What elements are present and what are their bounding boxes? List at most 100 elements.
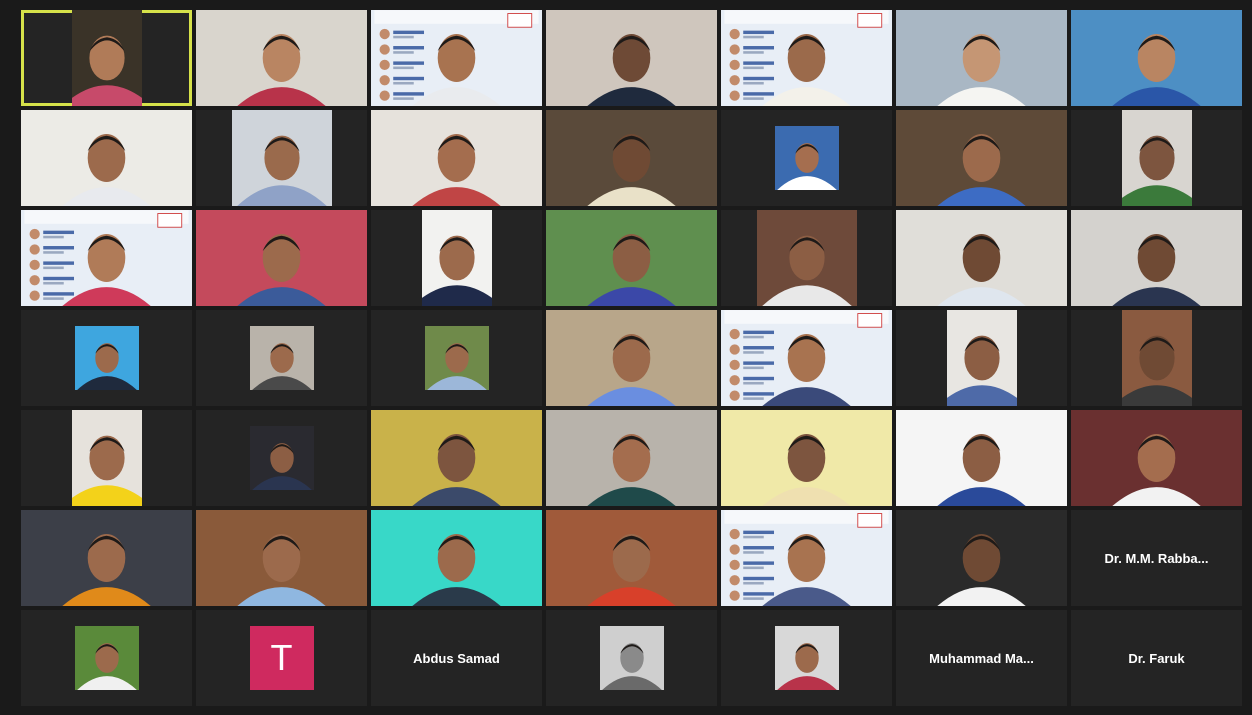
participant-video xyxy=(896,410,1067,506)
participant-video-frame xyxy=(599,626,664,690)
participant-video xyxy=(1121,310,1192,406)
participant-tile-r7c1[interactable] xyxy=(21,610,192,706)
participant-video xyxy=(946,310,1017,406)
participant-tile-r2c7[interactable] xyxy=(1071,110,1242,206)
participant-video xyxy=(756,210,857,306)
participant-video-frame xyxy=(756,210,857,306)
participant-video-frame xyxy=(21,210,192,306)
participant-video xyxy=(371,510,542,606)
participant-tile-r3c2[interactable] xyxy=(196,210,367,306)
participant-video xyxy=(196,210,367,306)
participant-video-frame xyxy=(721,510,892,606)
participant-tile-r7c2[interactable]: T xyxy=(196,610,367,706)
participant-profile-picture xyxy=(424,326,489,390)
participant-video-frame xyxy=(196,10,367,106)
participant-tile-r7c7[interactable]: Dr. Faruk xyxy=(1071,610,1242,706)
participant-video xyxy=(721,10,892,106)
participant-tile-r5c7[interactable] xyxy=(1071,410,1242,506)
participant-video-frame xyxy=(546,510,717,606)
participant-tile-r4c5[interactable] xyxy=(721,310,892,406)
participant-tile-r6c7[interactable]: Dr. M.M. Rabba... xyxy=(1071,510,1242,606)
participant-video-frame xyxy=(74,326,139,390)
participant-video xyxy=(1071,210,1242,306)
participant-video-frame xyxy=(371,410,542,506)
participant-tile-r7c6[interactable]: Muhammad Ma... xyxy=(896,610,1067,706)
participant-profile-picture xyxy=(249,426,314,490)
participant-tile-r4c1[interactable] xyxy=(21,310,192,406)
participant-tile-r7c5[interactable] xyxy=(721,610,892,706)
participant-tile-r1c3[interactable] xyxy=(371,10,542,106)
participant-tile-r1c6[interactable] xyxy=(896,10,1067,106)
participant-video xyxy=(896,210,1067,306)
participant-tile-r2c4[interactable] xyxy=(546,110,717,206)
participant-tile-r4c2[interactable] xyxy=(196,310,367,406)
participant-tile-r4c3[interactable] xyxy=(371,310,542,406)
participant-tile-r1c5[interactable] xyxy=(721,10,892,106)
participant-video-frame xyxy=(371,10,542,106)
participant-video xyxy=(1071,410,1242,506)
participant-video xyxy=(546,210,717,306)
participant-video xyxy=(371,410,542,506)
participant-tile-r6c1[interactable] xyxy=(21,510,192,606)
participant-video-frame xyxy=(371,110,542,206)
participant-profile-picture xyxy=(74,326,139,390)
participant-tile-r4c4[interactable] xyxy=(546,310,717,406)
participant-initial-avatar: T xyxy=(249,626,314,690)
participant-tile-r6c3[interactable] xyxy=(371,510,542,606)
participant-tile-r3c6[interactable] xyxy=(896,210,1067,306)
participant-name: Dr. M.M. Rabba... xyxy=(1104,550,1209,566)
participant-tile-r6c4[interactable] xyxy=(546,510,717,606)
participant-tile-r2c3[interactable] xyxy=(371,110,542,206)
participant-video xyxy=(371,110,542,206)
participant-video xyxy=(231,110,332,206)
participant-tile-r5c1[interactable] xyxy=(21,410,192,506)
participant-tile-r6c5[interactable] xyxy=(721,510,892,606)
participant-tile-r1c7[interactable] xyxy=(1071,10,1242,106)
participant-video-frame xyxy=(71,10,142,106)
participant-tile-r3c3[interactable] xyxy=(371,210,542,306)
participant-tile-r1c1[interactable] xyxy=(21,10,192,106)
participant-video xyxy=(721,310,892,406)
participant-video-frame xyxy=(896,110,1067,206)
participant-tile-r5c4[interactable] xyxy=(546,410,717,506)
participant-tile-r3c5[interactable] xyxy=(721,210,892,306)
participant-tile-r3c1[interactable] xyxy=(21,210,192,306)
participant-tile-r5c6[interactable] xyxy=(896,410,1067,506)
participant-tile-r6c2[interactable] xyxy=(196,510,367,606)
participant-tile-r2c2[interactable] xyxy=(196,110,367,206)
participant-tile-r7c3[interactable]: Abdus Samad xyxy=(371,610,542,706)
participant-video-frame xyxy=(721,410,892,506)
participant-video xyxy=(21,110,192,206)
participant-video-frame xyxy=(896,410,1067,506)
participant-name: Dr. Faruk xyxy=(1128,650,1185,666)
participant-tile-r5c5[interactable] xyxy=(721,410,892,506)
participant-video xyxy=(1071,10,1242,106)
participant-tile-r4c6[interactable] xyxy=(896,310,1067,406)
participant-video xyxy=(196,510,367,606)
participant-video xyxy=(1121,110,1192,206)
participant-video xyxy=(896,10,1067,106)
participant-tile-r2c1[interactable] xyxy=(21,110,192,206)
participant-name: Muhammad Ma... xyxy=(929,650,1034,666)
participant-video-frame xyxy=(896,510,1067,606)
participant-video-frame xyxy=(546,310,717,406)
participant-tile-r5c2[interactable] xyxy=(196,410,367,506)
participant-video-frame xyxy=(1071,10,1242,106)
participant-video-frame xyxy=(896,210,1067,306)
participant-tile-r2c5[interactable] xyxy=(721,110,892,206)
participant-video xyxy=(896,510,1067,606)
participant-tile-r1c4[interactable] xyxy=(546,10,717,106)
participant-video-frame xyxy=(1071,210,1242,306)
participant-video xyxy=(546,110,717,206)
participant-tile-r1c2[interactable] xyxy=(196,10,367,106)
participant-tile-r6c6[interactable] xyxy=(896,510,1067,606)
participant-video-frame xyxy=(196,210,367,306)
participant-video-frame xyxy=(21,110,192,206)
participant-tile-r3c4[interactable] xyxy=(546,210,717,306)
participant-tile-r7c4[interactable] xyxy=(546,610,717,706)
participant-tile-r4c7[interactable] xyxy=(1071,310,1242,406)
participant-tile-r3c7[interactable] xyxy=(1071,210,1242,306)
participant-tile-r5c3[interactable] xyxy=(371,410,542,506)
participant-video-frame xyxy=(231,110,332,206)
participant-tile-r2c6[interactable] xyxy=(896,110,1067,206)
